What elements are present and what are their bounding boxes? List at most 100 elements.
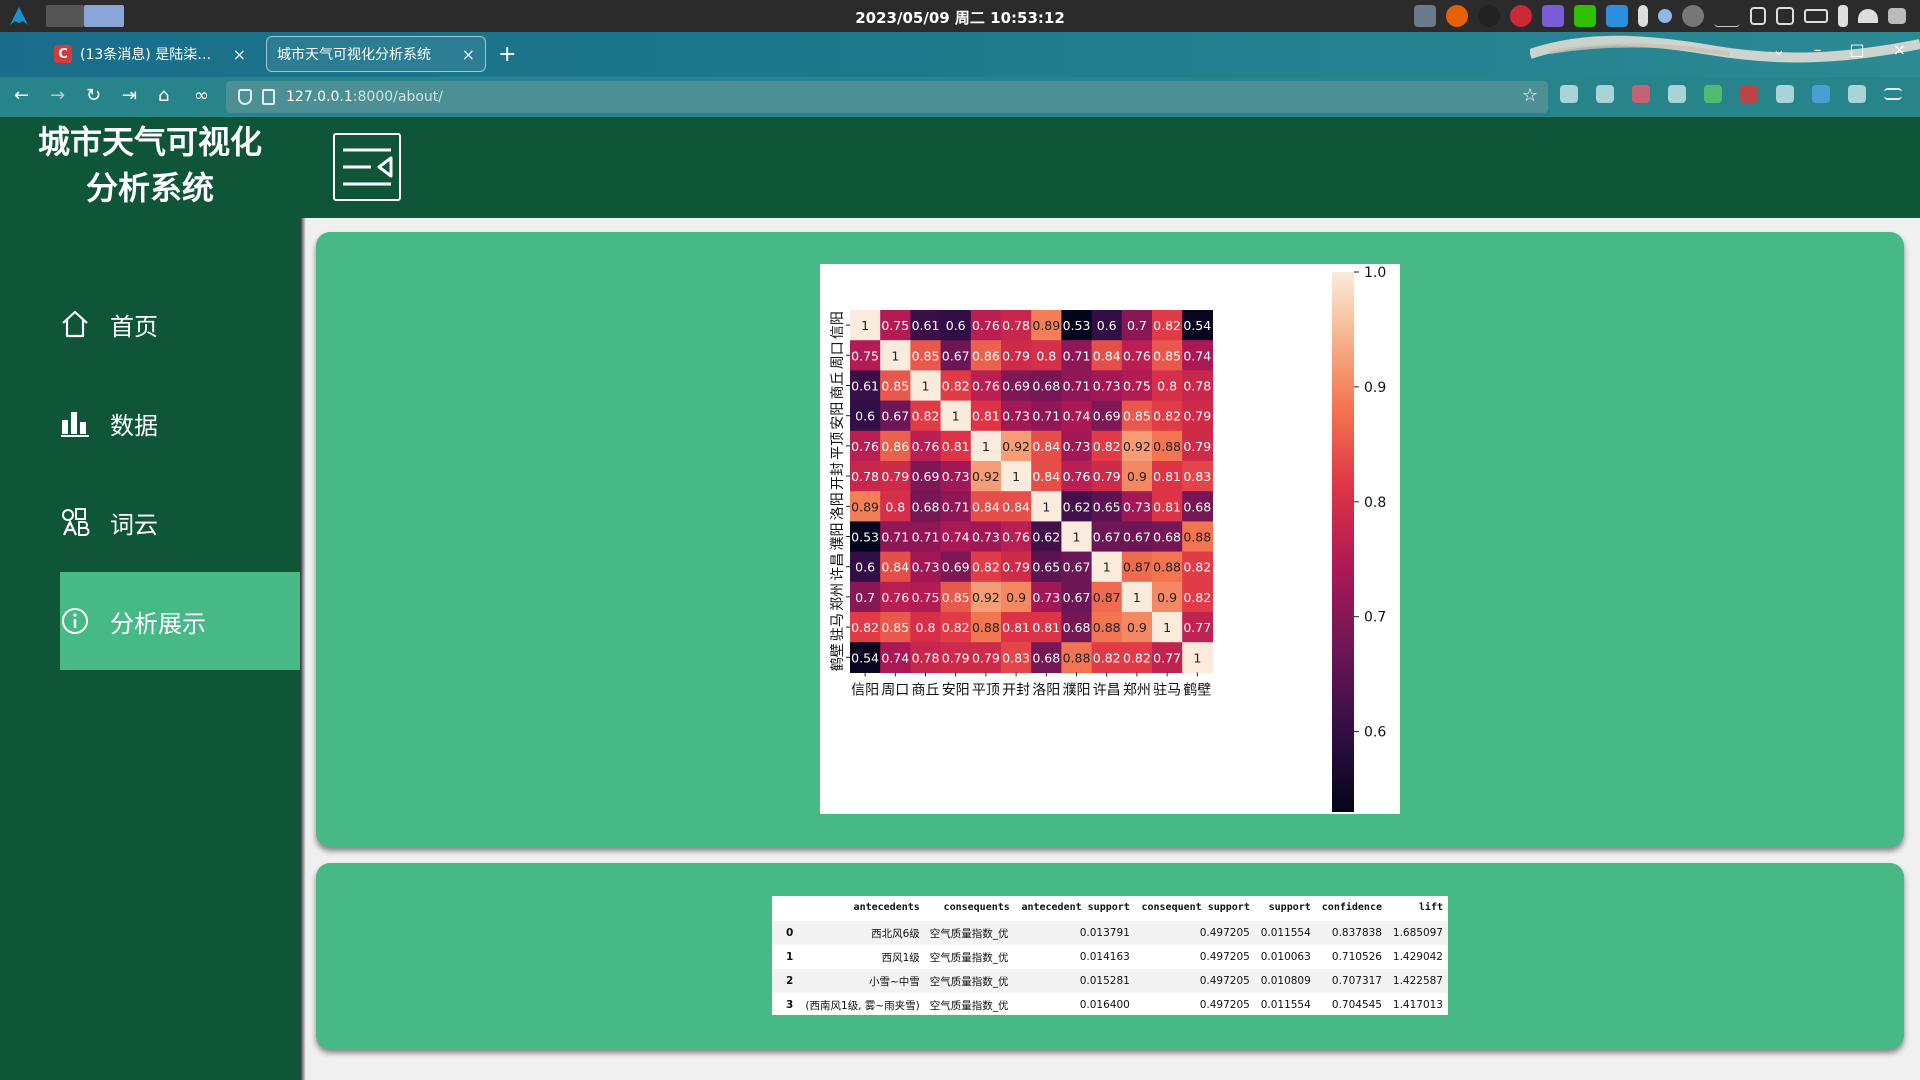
x-tick-label: 周口: [881, 682, 909, 698]
settings-gear-icon[interactable]: [1414, 5, 1436, 27]
pocket-icon[interactable]: [1560, 85, 1578, 103]
translate-icon[interactable]: [1812, 85, 1830, 103]
y-tick-label: 商丘: [830, 372, 846, 400]
new-tab-button[interactable]: +: [498, 42, 516, 67]
window-controls: ⌄ – □ ×: [1772, 40, 1906, 59]
sidebar-item-wordcloud[interactable]: 词云: [60, 473, 300, 571]
column-header: consequent support: [1141, 902, 1250, 913]
extensions-puzzle-icon[interactable]: [1848, 85, 1866, 103]
heatmap-cell-label: 0.73: [972, 530, 1000, 545]
heatmap-cell-label: 0.85: [942, 590, 970, 605]
column-header: confidence: [1321, 902, 1382, 913]
firefox-icon[interactable]: [1446, 5, 1468, 27]
home-nav-icon[interactable]: ⌂: [158, 85, 169, 106]
home-icon: [60, 309, 90, 339]
sidebar-toggle-button[interactable]: [333, 133, 401, 201]
window-menu-button[interactable]: ⌄: [1772, 40, 1785, 59]
heatmap-cell-label: 0.85: [1153, 348, 1181, 363]
maximize-button[interactable]: □: [1849, 40, 1864, 59]
x-tick-label: 开封: [1002, 682, 1030, 698]
tracking-shield-icon[interactable]: [238, 89, 252, 105]
mute-icon[interactable]: [1888, 8, 1906, 24]
drop-icon[interactable]: [1638, 5, 1648, 27]
sidebar-item-home[interactable]: 首页: [60, 275, 300, 373]
forward-arrow-icon[interactable]: →: [50, 85, 65, 106]
heatmap-cell-label: 0.79: [1183, 439, 1211, 454]
heatmap-cell-label: 0.67: [942, 348, 970, 363]
support-cell: 0.011554: [1254, 921, 1316, 945]
heatmap-cell-label: 0.73: [1002, 409, 1030, 424]
heatmap-cell-label: 0.82: [942, 379, 970, 394]
x-tick-label: 郑州: [1123, 682, 1151, 698]
vscode-icon[interactable]: [1606, 5, 1628, 27]
heatmap-cell-label: 0.84: [1032, 439, 1060, 454]
back-arrow-icon[interactable]: ←: [14, 85, 29, 106]
bookmark-star-icon[interactable]: ☆: [1522, 85, 1538, 106]
screenshot-icon[interactable]: [1668, 85, 1686, 103]
battery-icon[interactable]: [1804, 9, 1828, 23]
heatmap-cell-label: 0.84: [881, 560, 909, 575]
consequents-cell: 空气质量指数_优: [924, 921, 1015, 945]
page-info-icon[interactable]: [262, 89, 275, 105]
ublock-icon[interactable]: [1632, 85, 1650, 103]
browser-tab-strip: C (13条消息) 是陆柒的博客_CSDN × 城市天气可视化分析系统 × + …: [0, 32, 1920, 77]
y-tick-label: 安阳: [830, 402, 846, 430]
heatmap-cell-label: 0.81: [1153, 499, 1181, 514]
colorbar-tick-label: 0.6: [1364, 725, 1386, 741]
menu-icon[interactable]: [1884, 88, 1902, 100]
wifi-icon[interactable]: [1858, 9, 1878, 23]
infinity-icon[interactable]: ∞: [194, 85, 209, 106]
top-header: [300, 117, 1920, 218]
antecedents-cell: 小雪~中雪: [798, 969, 925, 993]
column-header: antecedents: [853, 902, 920, 913]
colorbar-tick-label: 0.7: [1364, 610, 1386, 626]
heatmap-cell-label: 0.61: [851, 379, 879, 394]
consequent-support-cell: 0.497205: [1134, 969, 1255, 993]
document-icon[interactable]: [1776, 85, 1794, 103]
tab-csdn[interactable]: C (13条消息) 是陆柒的博客_CSDN ×: [44, 36, 256, 72]
heatmap-cell-label: 0.71: [912, 530, 940, 545]
heatmap-card: 1 0.75 0.61 0.6 0.76 0.78 0.89 0.53 0.6 0.7 0.82 0.…: [316, 232, 1904, 847]
heatmap-cell-label: 0.79: [881, 469, 909, 484]
shield-ext-icon[interactable]: [1704, 85, 1722, 103]
row-index: 2: [772, 969, 799, 993]
obsidian-icon[interactable]: [1542, 5, 1564, 27]
heatmap-cell-label: 0.77: [1153, 650, 1181, 665]
status-circle-icon[interactable]: [1658, 9, 1672, 23]
heatmap-cell-label: 1: [891, 348, 899, 363]
heatmap-cell-label: 0.84: [1093, 348, 1121, 363]
info-icon: [60, 606, 90, 636]
tab-close-button[interactable]: ×: [462, 45, 475, 64]
grid-icon[interactable]: [1776, 7, 1794, 25]
zotero-icon[interactable]: [1510, 5, 1532, 27]
heatmap-cell-label: 1: [982, 439, 990, 454]
x-tick-label: 许昌: [1093, 682, 1121, 698]
qq-icon[interactable]: [1478, 5, 1500, 27]
url-host: 127.0.0.1: [286, 89, 353, 105]
heatmap-cell-label: 0.92: [972, 469, 1000, 484]
tab-weather-system[interactable]: 城市天气可视化分析系统 ×: [266, 36, 486, 72]
reload-icon[interactable]: ↻: [86, 85, 101, 106]
sidebar-item-analysis[interactable]: 分析展示: [60, 572, 300, 670]
x-tick-label: 濮阳: [1063, 682, 1091, 698]
heatmap-cell-label: 0.76: [1002, 530, 1030, 545]
csdn-favicon-icon: C: [54, 45, 72, 63]
address-bar[interactable]: 127.0.0.1:8000/about/ ☆: [226, 81, 1548, 113]
cpu-usage-icon[interactable]: [1682, 5, 1704, 27]
heatmap-cell-label: 0.78: [1002, 318, 1030, 333]
close-window-button[interactable]: ×: [1893, 40, 1906, 59]
row-index: 3: [786, 999, 794, 1011]
heatmap-cell-label: 0.68: [1153, 530, 1181, 545]
history-icon[interactable]: [1596, 85, 1614, 103]
bluetooth-icon[interactable]: [1838, 5, 1848, 27]
import-icon[interactable]: ⇥: [122, 85, 137, 106]
minimize-button[interactable]: –: [1813, 40, 1821, 59]
red-ext-icon[interactable]: [1740, 85, 1758, 103]
sidebar-item-data[interactable]: 数据: [60, 374, 300, 472]
heatmap-cell-label: 0.88: [972, 620, 1000, 635]
tab-close-button[interactable]: ×: [233, 45, 246, 64]
heatmap-cell-label: 0.85: [881, 620, 909, 635]
blank-indicator-icon: [1714, 5, 1740, 27]
clipboard-icon[interactable]: [1750, 7, 1766, 25]
wechat-icon[interactable]: [1574, 5, 1596, 27]
